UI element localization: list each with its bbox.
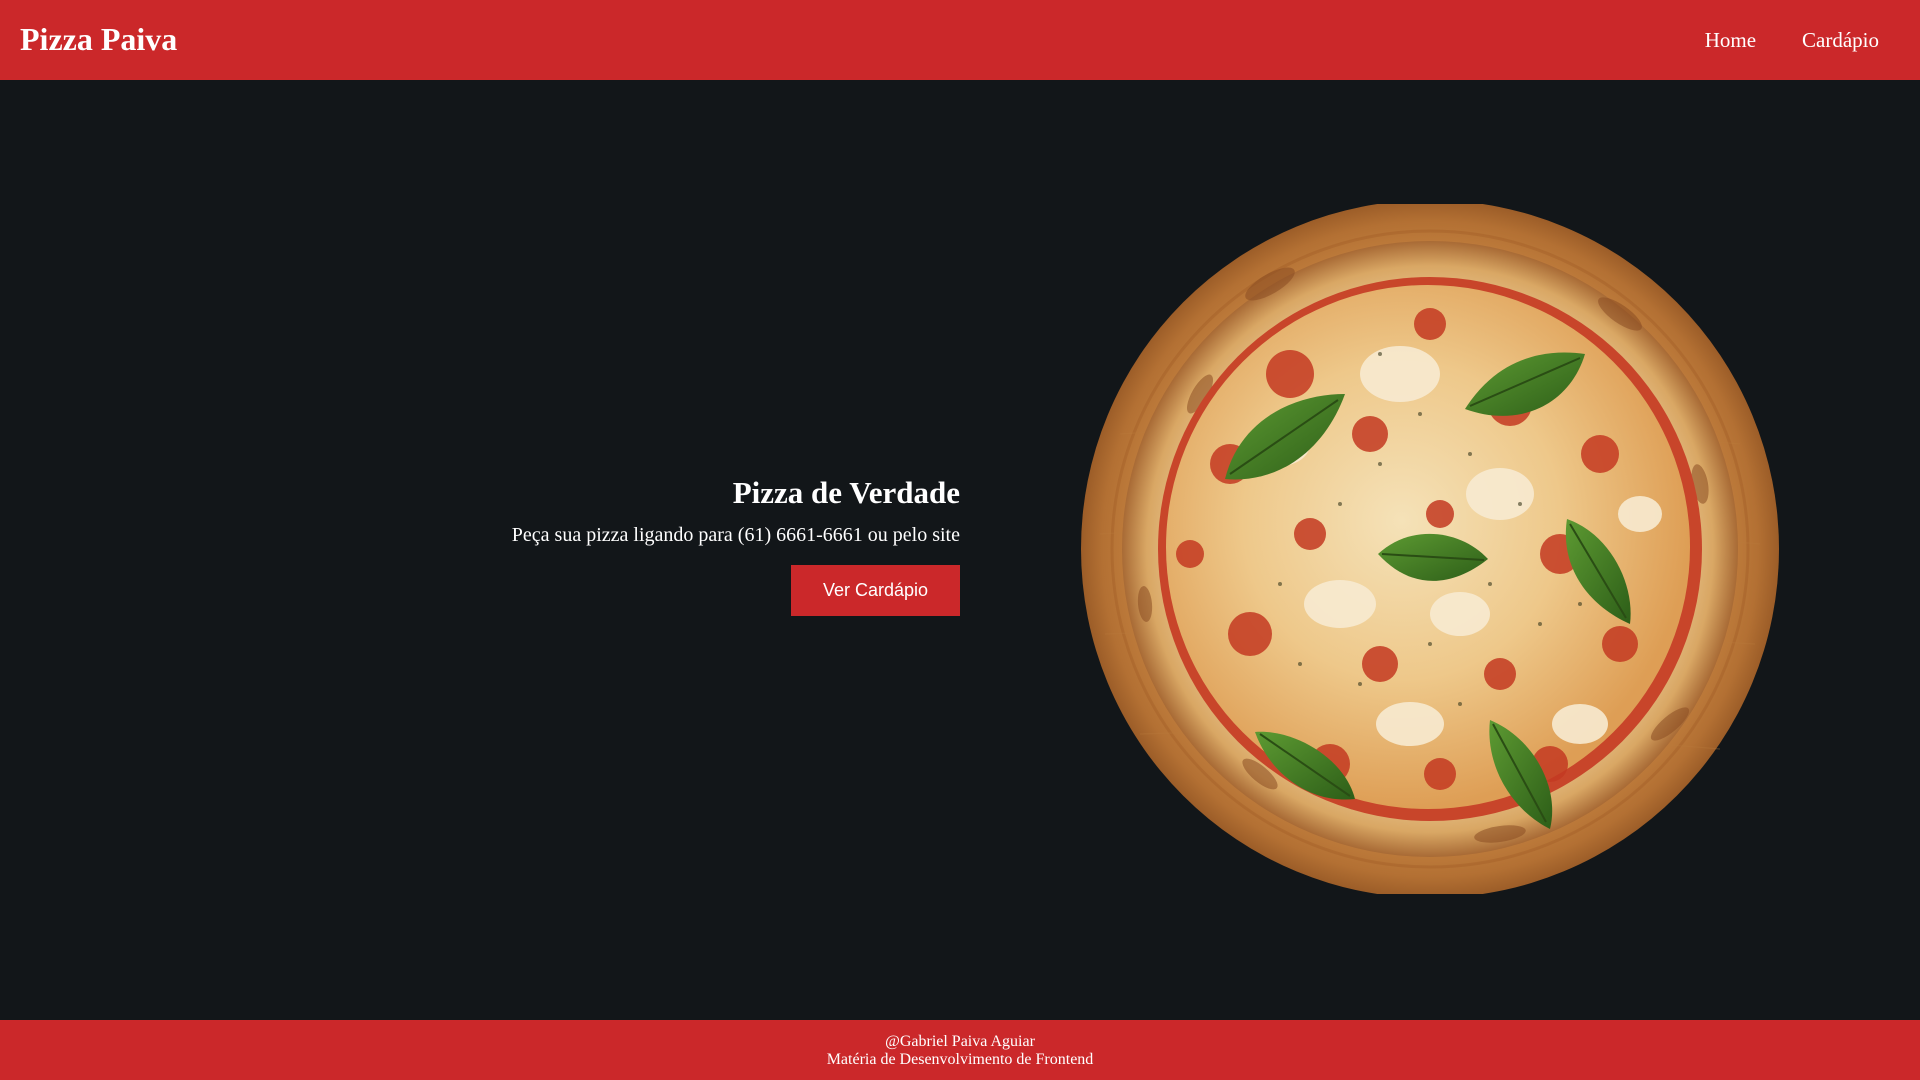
- pizza-illustration: [1081, 204, 1779, 894]
- hero-section: Pizza de Verdade Peça sua pizza ligando …: [0, 80, 1920, 1020]
- footer-author: @Gabriel Paiva Aguiar: [885, 1033, 1035, 1050]
- ver-cardapio-button[interactable]: Ver Cardápio: [791, 565, 960, 617]
- brand-logo[interactable]: Pizza Paiva: [20, 23, 177, 57]
- footer-course: Matéria de Desenvolvimento de Frontend: [826, 1051, 1094, 1068]
- hero-subtitle: Peça sua pizza ligando para (61) 6661-66…: [511, 524, 960, 547]
- hero-title: Pizza de Verdade: [732, 475, 960, 510]
- main-nav: Home Cardápio: [1705, 28, 1900, 53]
- pizza-image: [1080, 204, 1780, 894]
- nav-link-cardapio[interactable]: Cardápio: [1802, 28, 1879, 53]
- hero-text-block: Pizza de Verdade Peça sua pizza ligando …: [260, 474, 960, 617]
- site-header: Pizza Paiva Home Cardápio: [0, 0, 1920, 80]
- nav-link-home[interactable]: Home: [1705, 28, 1756, 53]
- site-footer: @Gabriel Paiva Aguiar Matéria de Desenvo…: [0, 1020, 1920, 1080]
